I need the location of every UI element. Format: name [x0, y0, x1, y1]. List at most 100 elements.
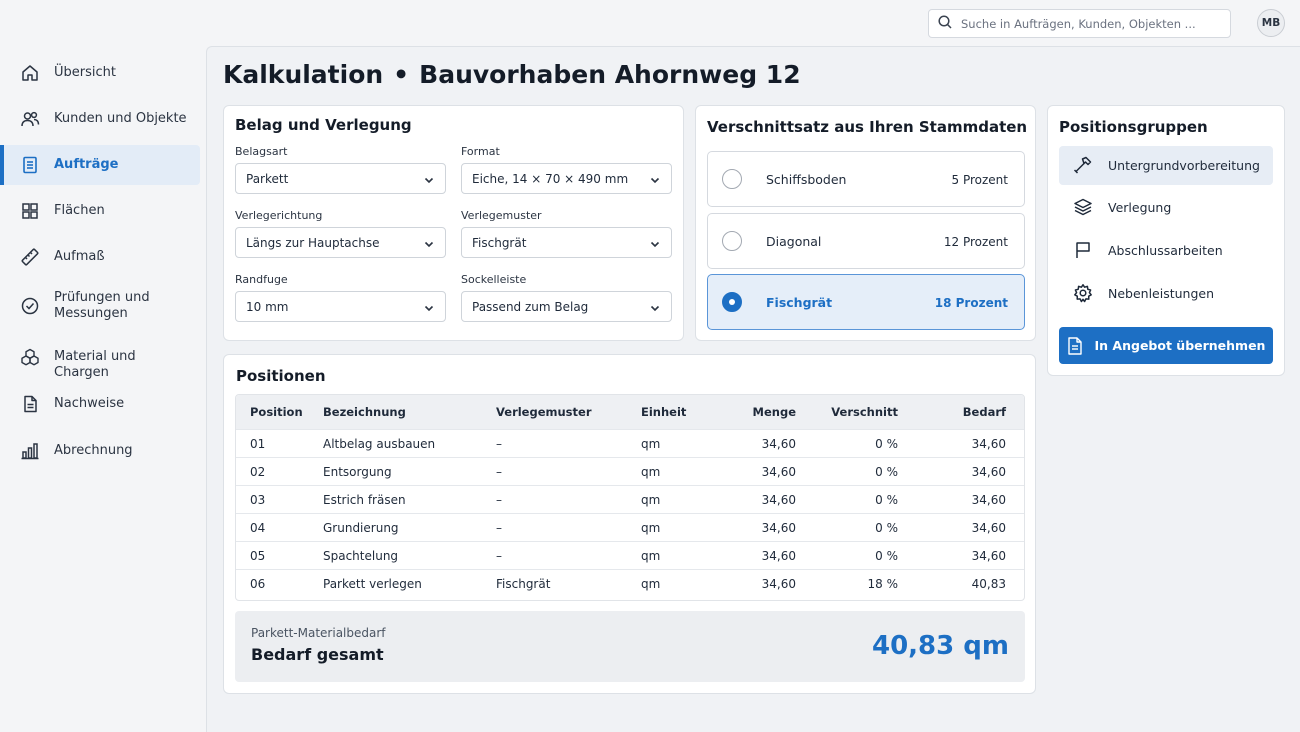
format-value: Eiche, 14 × 70 × 490 mm: [472, 171, 629, 186]
option-percent: 12 Prozent: [943, 235, 1008, 249]
radio-button[interactable]: [722, 231, 742, 251]
gruppe-untergrundvorbereitung[interactable]: Untergrundvorbereitung: [1059, 146, 1273, 185]
sockelleiste-value: Passend zum Belag: [472, 299, 589, 314]
belag-card: Belag und Verlegung Belagsart Parkett Fo…: [223, 105, 684, 341]
home-icon: [20, 63, 40, 83]
top-bar: MB: [0, 0, 1300, 46]
cell-verschnitt: 18 %: [867, 577, 899, 591]
cell-verlegemuster: Fischgrät: [496, 577, 551, 591]
table-row[interactable]: 03 Estrich fräsen – qm 34,60 0 % 34,60: [236, 485, 1024, 513]
sidebar-item-auftraege[interactable]: Aufträge: [0, 145, 200, 185]
sidebar-item-label: Abrechnung: [54, 443, 133, 458]
sidebar-item-label: Kunden und Objekte: [54, 111, 187, 126]
sidebar-item-label: Prüfungen und Messungen: [54, 290, 150, 321]
randfuge-select[interactable]: 10 mm: [235, 291, 446, 322]
gruppe-nebenleistungen[interactable]: Nebenleistungen: [1059, 274, 1273, 313]
button-label: In Angebot übernehmen: [1094, 338, 1266, 353]
sidebar-item-label: Material und Chargen: [54, 349, 136, 380]
randfuge-value: 10 mm: [246, 299, 289, 314]
cell-verlegemuster: –: [496, 521, 502, 535]
cell-menge: 34,60: [761, 465, 796, 479]
verschnitt-option-fischgraet[interactable]: Fischgrät 18 Prozent: [707, 274, 1025, 330]
search-icon: [937, 14, 953, 34]
cell-bezeichnung: Altbelag ausbauen: [323, 437, 436, 451]
positionen-card: Positionen Position Bezeichnung Verlegem…: [223, 354, 1036, 694]
sockelleiste-select[interactable]: Passend zum Belag: [461, 291, 672, 322]
cell-verschnitt: 0 %: [875, 465, 898, 479]
cell-einheit: qm: [641, 577, 661, 591]
page-title-main: Kalkulation: [223, 60, 384, 89]
gruppe-abschlussarbeiten[interactable]: Abschlussarbeiten: [1059, 231, 1273, 270]
format-select[interactable]: Eiche, 14 × 70 × 490 mm: [461, 163, 672, 194]
sidebar-item-material[interactable]: Material und Chargen: [0, 337, 200, 380]
table-row[interactable]: 05 Spachtelung – qm 34,60 0 % 34,60: [236, 541, 1024, 569]
positionen-table: Position Bezeichnung Verlegemuster Einhe…: [235, 394, 1025, 601]
chevron-down-icon: [423, 302, 435, 314]
gruppe-label: Abschlussarbeiten: [1108, 243, 1223, 258]
col-position: Position: [250, 405, 303, 419]
sidebar-item-flaechen[interactable]: Flächen: [0, 191, 200, 231]
check-circle-icon: [20, 296, 40, 316]
verschnitt-option-schiffsboden[interactable]: Schiffsboden 5 Prozent: [707, 151, 1025, 207]
col-bedarf: Bedarf: [962, 405, 1006, 419]
verlegemuster-label: Verlegemuster: [461, 209, 542, 222]
cell-menge: 34,60: [761, 521, 796, 535]
search-box[interactable]: [928, 9, 1231, 38]
summary-subtitle: Parkett-Materialbedarf: [251, 626, 386, 640]
format-label: Format: [461, 145, 500, 158]
cell-position: 01: [250, 437, 266, 451]
gruppe-label: Nebenleistungen: [1108, 286, 1215, 301]
gruppen-card: Positionsgruppen Untergrundvorbereitung …: [1047, 105, 1285, 376]
cell-verschnitt: 0 %: [875, 493, 898, 507]
col-bezeichnung: Bezeichnung: [323, 405, 406, 419]
sidebar-item-label: Aufträge: [54, 157, 119, 172]
cell-einheit: qm: [641, 493, 661, 507]
table-row[interactable]: 04 Grundierung – qm 34,60 0 % 34,60: [236, 513, 1024, 541]
cell-bedarf: 34,60: [971, 521, 1006, 535]
sidebar-item-abrechnung[interactable]: Abrechnung: [0, 431, 200, 471]
sidebar-item-label: Nachweise: [54, 396, 125, 411]
gruppe-label: Untergrundvorbereitung: [1108, 158, 1260, 173]
page-title-project: Bauvorhaben Ahornweg 12: [419, 60, 801, 89]
sidebar-item-uebersicht[interactable]: Übersicht: [0, 53, 200, 93]
table-row[interactable]: 01 Altbelag ausbauen – qm 34,60 0 % 34,6…: [236, 429, 1024, 457]
sidebar-item-label: Übersicht: [54, 65, 116, 80]
col-menge: Menge: [752, 405, 796, 419]
belagsart-select[interactable]: Parkett: [235, 163, 446, 194]
cell-verlegemuster: –: [496, 437, 502, 451]
option-name: Fischgrät: [766, 295, 833, 310]
radio-button-selected[interactable]: [722, 292, 742, 312]
chevron-down-icon: [649, 238, 661, 250]
search-input[interactable]: [961, 16, 1221, 31]
sidebar-item-pruefungen[interactable]: Prüfungen und Messungen: [0, 283, 200, 329]
verschnitt-card: Verschnittsatz aus Ihren Stammdaten Schi…: [695, 105, 1036, 341]
table-row[interactable]: 06 Parkett verlegen Fischgrät qm 34,60 1…: [236, 569, 1024, 600]
sidebar-item-label: Flächen: [54, 203, 105, 218]
boxes-icon: [20, 347, 40, 367]
summary-total: 40,83 qm: [872, 631, 1009, 661]
verschnitt-option-diagonal[interactable]: Diagonal 12 Prozent: [707, 213, 1025, 269]
gruppen-card-title: Positionsgruppen: [1059, 118, 1208, 136]
verlegerichtung-select[interactable]: Längs zur Hauptachse: [235, 227, 446, 258]
cell-bedarf: 34,60: [971, 437, 1006, 451]
avatar[interactable]: MB: [1257, 9, 1285, 37]
col-einheit: Einheit: [641, 405, 687, 419]
cell-einheit: qm: [641, 521, 661, 535]
in-angebot-uebernehmen-button[interactable]: In Angebot übernehmen: [1059, 327, 1273, 364]
chevron-down-icon: [423, 174, 435, 186]
col-verschnitt: Verschnitt: [831, 405, 898, 419]
radio-button[interactable]: [722, 169, 742, 189]
sidebar-item-aufmass[interactable]: Aufmaß: [0, 237, 200, 277]
cell-verschnitt: 0 %: [875, 437, 898, 451]
sidebar-item-kunden[interactable]: Kunden und Objekte: [0, 99, 200, 139]
ruler-icon: [20, 247, 40, 267]
sidebar-item-nachweise[interactable]: Nachweise: [0, 384, 200, 424]
option-name: Schiffsboden: [766, 172, 847, 187]
gruppe-verlegung[interactable]: Verlegung: [1059, 188, 1273, 227]
cell-position: 03: [250, 493, 266, 507]
table-row[interactable]: 02 Entsorgung – qm 34,60 0 % 34,60: [236, 457, 1024, 485]
cell-bezeichnung: Estrich fräsen: [323, 493, 406, 507]
chevron-down-icon: [649, 302, 661, 314]
cell-menge: 34,60: [761, 549, 796, 563]
verlegemuster-select[interactable]: Fischgrät: [461, 227, 672, 258]
